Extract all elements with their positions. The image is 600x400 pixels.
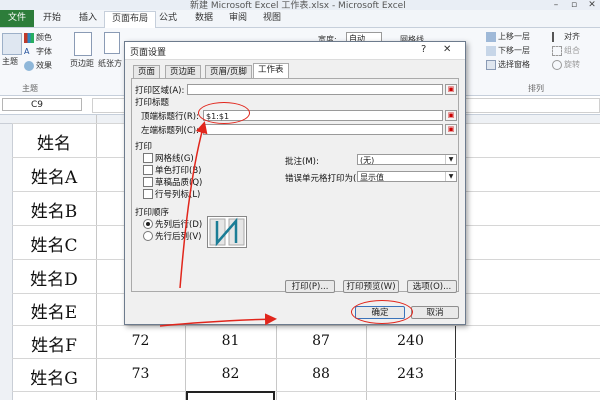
arrow-to-top-rows [179,121,208,289]
arrow-to-ok [159,313,277,327]
annotation-arrows [159,121,277,327]
